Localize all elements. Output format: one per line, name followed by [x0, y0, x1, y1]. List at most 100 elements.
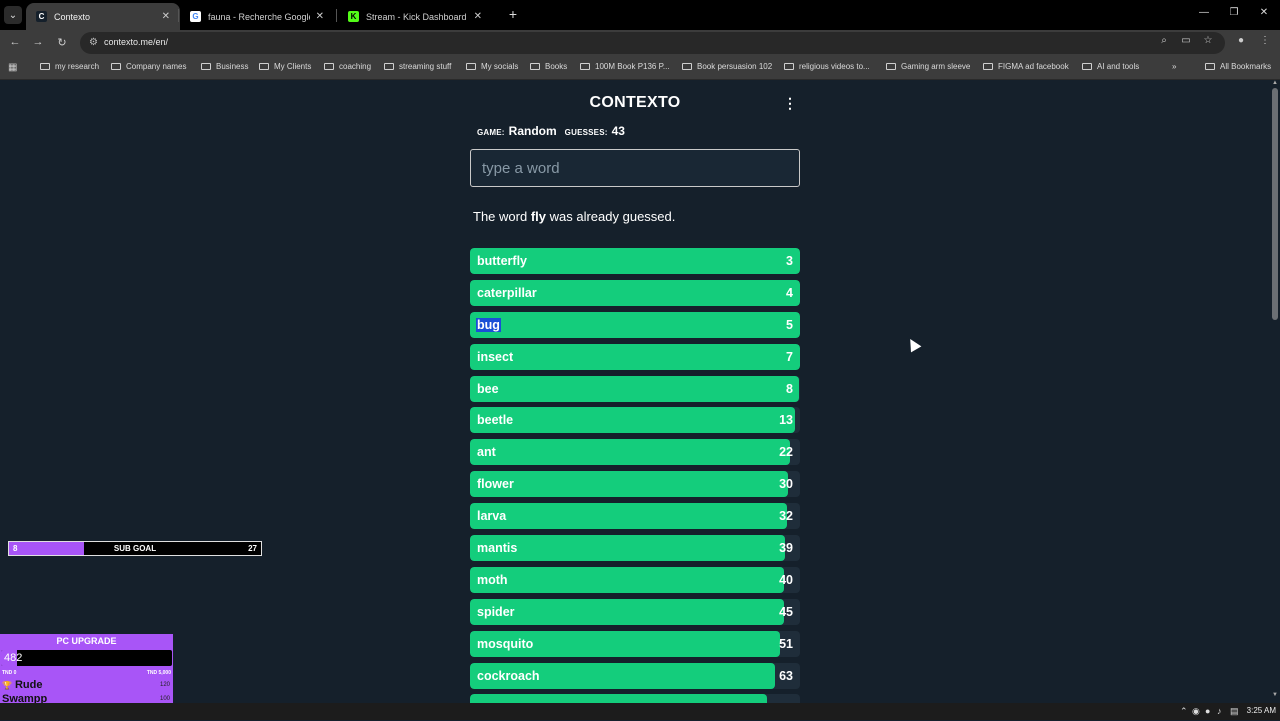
bookmark-item[interactable]: FIGMA ad facebook	[983, 62, 1069, 71]
apps-grid-icon[interactable]: ▦	[8, 62, 17, 73]
guess-row[interactable]: flower 30	[470, 471, 800, 498]
word-input[interactable]	[470, 149, 800, 187]
bookmark-item[interactable]: My Clients	[259, 62, 311, 71]
bookmark-item[interactable]: religious videos to...	[784, 62, 870, 71]
tab-favicon-icon: C	[36, 11, 47, 22]
guess-row[interactable]: bee 8	[470, 375, 800, 402]
contexto-logo[interactable]: CONTEXTO	[0, 94, 1270, 112]
folder-icon	[201, 63, 211, 70]
tab-close-icon[interactable]: ✕	[162, 11, 170, 22]
clock[interactable]: 3:25 AM	[1247, 706, 1276, 715]
scrollbar-thumb[interactable]	[1272, 88, 1278, 320]
guess-row[interactable]: bug 5	[470, 311, 800, 338]
bookmark-item[interactable]: Book persuasion 102	[682, 62, 772, 71]
donor-amount: 120	[159, 682, 170, 688]
bookmark-item[interactable]: AI and tools	[1082, 62, 1139, 71]
more-bookmarks-icon[interactable]: »	[1172, 62, 1176, 71]
new-tab-button[interactable]: +	[505, 6, 521, 22]
forward-icon[interactable]: →	[31, 36, 45, 48]
guess-word: caterpillar	[477, 285, 537, 300]
zoom-icon[interactable]: ⌕	[1157, 35, 1171, 46]
pc-upgrade-amount: 482	[4, 652, 23, 664]
guess-word: insect	[477, 349, 514, 364]
game-value: Random	[508, 124, 557, 138]
site-info-icon[interactable]: ⚙	[89, 37, 98, 48]
guess-rank: 22	[779, 445, 793, 460]
bookmark-label: coaching	[339, 62, 372, 71]
tab-separator	[178, 9, 179, 22]
bookmark-label: religious videos to...	[799, 62, 870, 71]
tray-status-icon[interactable]: ●	[1205, 706, 1210, 716]
tab-search-button[interactable]: ⌄	[4, 6, 22, 24]
bookmark-item[interactable]: 100M Book P136 P...	[580, 62, 670, 71]
bookmark-label: FIGMA ad facebook	[998, 62, 1069, 71]
address-bar[interactable]: ⚙ contexto.me/en/	[80, 32, 1225, 54]
back-icon[interactable]: ←	[8, 36, 22, 48]
tray-app-icon[interactable]: ◉	[1192, 706, 1200, 717]
bookmark-label: AI and tools	[1097, 62, 1140, 71]
bookmark-item[interactable]: my research	[40, 62, 99, 71]
folder-icon	[1205, 63, 1215, 70]
tab-separator	[336, 9, 337, 22]
guess-word: bee	[477, 381, 499, 396]
guess-closeness-bar	[470, 471, 789, 498]
bookmark-item[interactable]: Gaming arm sleeve	[886, 62, 970, 71]
donor-row: 🏆 Rude 120	[0, 679, 173, 693]
donor-name-text: Rude	[14, 679, 43, 691]
restore-button[interactable]: ❐	[1226, 7, 1242, 18]
folder-icon	[682, 63, 692, 70]
guess-rank: 8	[786, 381, 793, 396]
donor-amount: 100	[159, 696, 170, 702]
guess-rank: 7	[786, 349, 793, 364]
tab-close-icon[interactable]: ✕	[474, 11, 482, 22]
close-window-button[interactable]: ✕	[1256, 7, 1272, 18]
bookmark-item[interactable]: Books	[530, 62, 567, 71]
browser-tab[interactable]: C Contexto ✕	[26, 3, 180, 30]
minimize-button[interactable]: —	[1196, 7, 1212, 18]
guess-row[interactable]: butterfly 3	[470, 248, 800, 274]
guess-row[interactable]: caterpillar 4	[470, 279, 800, 306]
scroll-down-icon[interactable]: ▼	[1272, 692, 1278, 698]
volume-icon[interactable]: ♪	[1217, 706, 1222, 716]
network-icon[interactable]: ▤	[1230, 706, 1239, 717]
guess-row[interactable]: mantis 39	[470, 535, 800, 562]
guess-row[interactable]	[470, 694, 800, 703]
already-guessed-message: The word fly was already guessed.	[473, 209, 675, 224]
guess-row[interactable]: beetle 13	[470, 407, 800, 434]
cast-icon[interactable]: ▭	[1179, 35, 1193, 46]
guess-row[interactable]: ant 22	[470, 439, 800, 466]
scroll-up-icon[interactable]: ▲	[1272, 80, 1278, 86]
guess-closeness-bar	[470, 439, 791, 466]
bookmark-item[interactable]: Company names	[111, 62, 186, 71]
bookmark-item[interactable]: Business	[201, 62, 248, 71]
bookmark-label: streaming stuff	[399, 62, 452, 71]
folder-icon	[466, 63, 476, 70]
guess-word: beetle	[477, 413, 514, 428]
guess-row[interactable]: larva 32	[470, 503, 800, 530]
browser-tab[interactable]: Gfauna - Recherche Google ✕	[180, 3, 334, 30]
browser-menu-icon[interactable]: ⋮	[1258, 35, 1272, 46]
url-text[interactable]: contexto.me/en/	[104, 37, 168, 47]
scrollbar[interactable]: ▲ ▼	[1270, 80, 1280, 703]
tab-close-icon[interactable]: ✕	[316, 11, 324, 22]
guess-row[interactable]: cockroach 63	[470, 662, 800, 689]
browser-tab[interactable]: K Stream - Kick Dashboard ✕	[338, 3, 492, 30]
guess-row[interactable]: insect 7	[470, 343, 800, 370]
guess-row[interactable]: mosquito 51	[470, 630, 800, 657]
guess-row[interactable]: spider 45	[470, 598, 800, 625]
bookmark-star-icon[interactable]: ☆	[1201, 35, 1215, 46]
game-menu-icon[interactable]: ⋮	[783, 96, 797, 110]
bookmark-item[interactable]: My socials	[466, 62, 518, 71]
bookmark-item[interactable]: coaching	[324, 62, 371, 71]
guess-row[interactable]: moth 40	[470, 566, 800, 593]
folder-icon	[530, 63, 540, 70]
tab-title: Stream - Kick Dashboard	[366, 11, 467, 22]
bookmark-item[interactable]: streaming stuff	[384, 62, 451, 71]
guess-word: flower	[477, 477, 514, 492]
profile-avatar[interactable]: ●	[1234, 35, 1248, 46]
reload-icon[interactable]: ↻	[55, 36, 69, 49]
pc-upgrade-max: TND 5,000	[146, 670, 171, 676]
tray-chevron-icon[interactable]: ⌃	[1180, 706, 1188, 717]
guess-closeness-bar	[470, 407, 796, 434]
all-bookmarks[interactable]: All Bookmarks	[1205, 62, 1271, 71]
